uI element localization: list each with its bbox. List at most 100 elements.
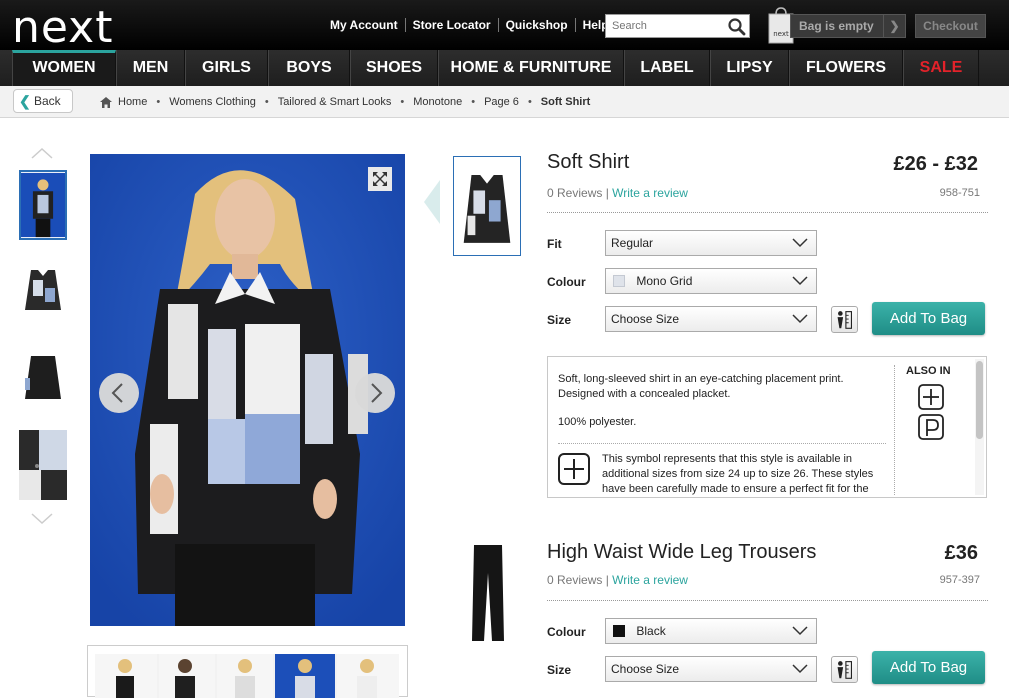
look-strip-images (95, 654, 399, 698)
divider (547, 600, 988, 601)
back-label: Back (34, 94, 61, 108)
fit-select[interactable]: Regular (605, 230, 817, 256)
plus-size-option-icon[interactable] (918, 384, 944, 410)
breadcrumb-tailored[interactable]: Tailored & Smart Looks (278, 96, 392, 108)
plus-size-note: This symbol represents that this style i… (602, 453, 874, 495)
search-box (605, 14, 750, 38)
breadcrumb-separator: • (471, 96, 476, 108)
colour-value: Mono Grid (636, 274, 693, 288)
thumbnail-back[interactable] (19, 344, 67, 414)
nav-women[interactable]: WOMEN (12, 50, 116, 86)
expand-icon[interactable] (368, 167, 392, 191)
colour-select[interactable]: Mono Grid (605, 268, 817, 294)
size-value: Choose Size (611, 662, 680, 676)
next-logo[interactable]: next (12, 2, 113, 53)
chevron-down-icon (792, 314, 808, 324)
size-label: Size (547, 663, 572, 677)
breadcrumb-home[interactable]: Home (118, 96, 147, 108)
write-review-link[interactable]: Write a review (612, 186, 688, 200)
reviews-row: 0 Reviews | Write a review (547, 573, 688, 587)
size-guide-icon[interactable] (831, 656, 858, 683)
quickshop-link[interactable]: Quickshop (499, 18, 576, 32)
nav-girls[interactable]: GIRLS (185, 50, 268, 86)
top-links: My Account Store Locator Quickshop Help (330, 18, 616, 32)
main-nav: WOMEN MEN GIRLS BOYS SHOES HOME & FURNIT… (0, 50, 1009, 86)
breadcrumb-separator: • (527, 96, 532, 108)
search-icon[interactable] (727, 17, 747, 37)
checkout-button[interactable]: Checkout (915, 14, 986, 38)
nav-boys[interactable]: BOYS (268, 50, 350, 86)
thumbnail-front[interactable] (19, 170, 67, 240)
product-description: Soft, long-sleeved shirt in an eye-catch… (558, 372, 868, 430)
review-count: 0 Reviews (547, 573, 603, 587)
add-to-bag-button[interactable]: Add To Bag (872, 651, 985, 684)
breadcrumb-separator: • (400, 96, 405, 108)
breadcrumb-separator: • (264, 96, 269, 108)
bag-status[interactable]: Bag is empty ❯ (790, 14, 906, 38)
divider (558, 443, 886, 444)
breadcrumb-monotone[interactable]: Monotone (413, 96, 462, 108)
breadcrumb-page[interactable]: Page 6 (484, 96, 519, 108)
nav-men[interactable]: MEN (116, 50, 185, 86)
chevron-left-icon: ❮ (19, 93, 31, 109)
fit-value: Regular (611, 236, 654, 250)
chevron-down-icon (792, 276, 808, 286)
divider (894, 365, 895, 495)
back-button[interactable]: ❮ Back (13, 89, 73, 113)
size-label: Size (547, 313, 572, 327)
product-price: £26 - £32 (893, 153, 978, 175)
bag-label: Bag is empty (799, 19, 874, 33)
search-input[interactable] (606, 15, 724, 37)
fit-label: Fit (547, 237, 562, 251)
size-select[interactable]: Choose Size (605, 656, 817, 682)
nav-shoes[interactable]: SHOES (350, 50, 438, 86)
scrollbar-thumb[interactable] (976, 361, 983, 439)
top-header: next My Account Store Locator Quickshop … (0, 0, 1009, 53)
colour-swatch (613, 625, 625, 637)
nav-sale[interactable]: SALE (903, 50, 979, 86)
selected-pointer-icon (424, 180, 440, 224)
store-locator-link[interactable]: Store Locator (406, 18, 499, 32)
reviews-row: 0 Reviews | Write a review (547, 186, 688, 200)
previous-image-arrow-icon[interactable] (99, 373, 139, 413)
chevron-down-icon (792, 664, 808, 674)
review-count: 0 Reviews (547, 186, 603, 200)
also-in-label: ALSO IN (906, 365, 951, 377)
breadcrumb: Home • Womens Clothing • Tailored & Smar… (100, 96, 590, 108)
chevron-down-icon (792, 238, 808, 248)
thumbnail-flat-front[interactable] (19, 258, 67, 328)
divider (547, 212, 988, 213)
size-select[interactable]: Choose Size (605, 306, 817, 332)
colour-select[interactable]: Black (605, 618, 817, 644)
colour-swatch (613, 275, 625, 287)
product-code: 958-751 (939, 187, 980, 199)
soft-shirt-thumbnail[interactable] (453, 156, 521, 256)
add-to-bag-button[interactable]: Add To Bag (872, 302, 985, 335)
material-text: 100% polyester. (558, 416, 637, 428)
look-strip[interactable] (87, 645, 408, 698)
nav-home-furniture[interactable]: HOME & FURNITURE (438, 50, 624, 86)
chevron-up-icon[interactable] (30, 146, 54, 160)
breadcrumb-separator: • (156, 96, 161, 108)
svg-text:next: next (773, 30, 789, 38)
product-title: High Waist Wide Leg Trousers (547, 541, 817, 563)
nav-label[interactable]: LABEL (624, 50, 710, 86)
thumbnail-detail[interactable] (19, 430, 67, 500)
nav-flowers[interactable]: FLOWERS (789, 50, 903, 86)
write-review-link[interactable]: Write a review (612, 573, 688, 587)
breadcrumb-current: Soft Shirt (540, 96, 591, 108)
product-code: 957-397 (939, 574, 980, 586)
home-icon (100, 96, 112, 108)
my-account-link[interactable]: My Account (330, 18, 406, 32)
size-value: Choose Size (611, 312, 680, 326)
breadcrumb-bar: ❮ Back Home • Womens Clothing • Tailored… (0, 86, 1009, 118)
petite-option-icon[interactable] (918, 414, 944, 440)
chevron-down-icon[interactable] (30, 512, 54, 526)
size-guide-icon[interactable] (831, 306, 858, 333)
colour-label: Colour (547, 625, 586, 639)
trousers-thumbnail[interactable] (462, 543, 514, 643)
next-image-arrow-icon[interactable] (355, 373, 395, 413)
nav-lipsy[interactable]: LIPSY (710, 50, 789, 86)
breadcrumb-womens-clothing[interactable]: Womens Clothing (169, 96, 256, 108)
colour-value: Black (636, 624, 666, 638)
